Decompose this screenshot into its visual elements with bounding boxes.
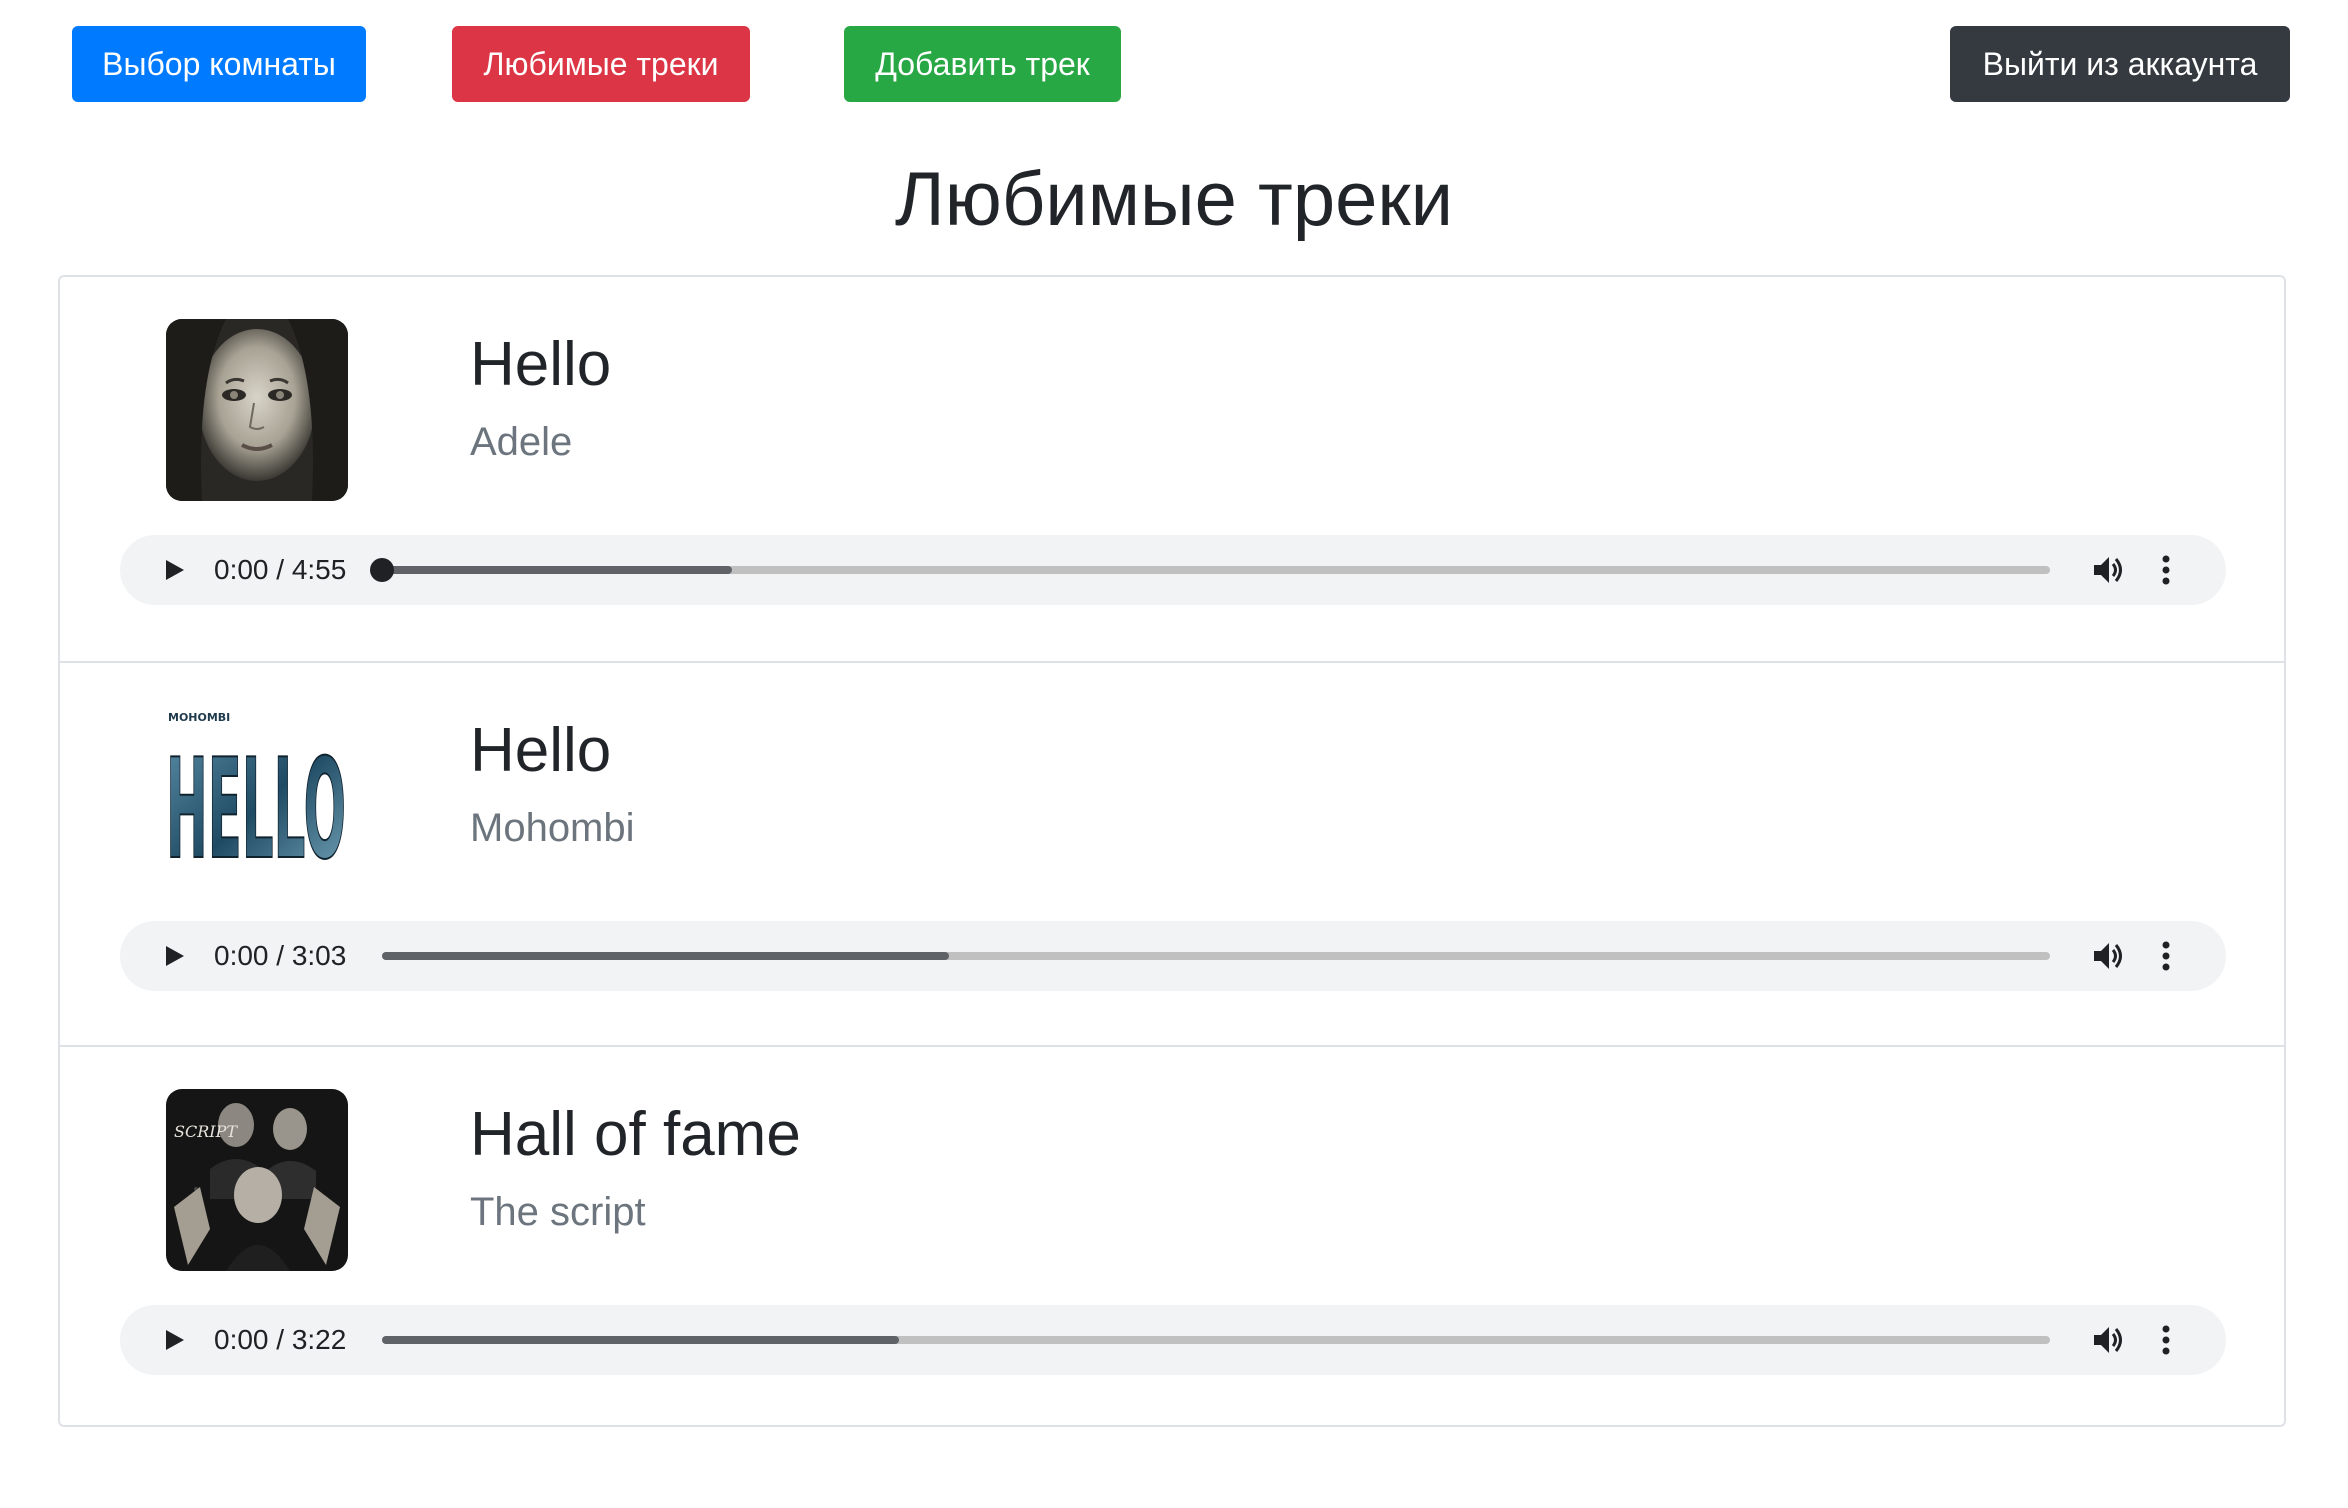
cover-subtext: MOHOMBI	[168, 711, 230, 724]
play-icon[interactable]	[162, 558, 186, 582]
track-artist: The script	[470, 1190, 646, 1234]
play-icon[interactable]	[162, 1328, 186, 1352]
favorite-tracks-list: Hello Adele 0:00 / 4:55 MOHOMBI HELLO He…	[58, 275, 2286, 1427]
cover-lettering: HELLO	[166, 729, 346, 887]
volume-icon[interactable]	[2092, 940, 2126, 972]
track-item: SCRIPT Hall of fame The script 0:00 / 3:…	[60, 1045, 2284, 1431]
track-artist: Adele	[470, 420, 573, 464]
play-icon[interactable]	[162, 944, 186, 968]
playback-time: 0:00 / 3:22	[214, 1324, 347, 1355]
buffered-bar	[382, 1336, 900, 1344]
volume-icon[interactable]	[2092, 554, 2126, 586]
room-select-button[interactable]: Выбор комнаты	[72, 26, 366, 102]
logout-button[interactable]: Выйти из аккаунта	[1950, 26, 2290, 102]
volume-icon[interactable]	[2092, 1324, 2126, 1356]
audio-player: 0:00 / 4:55	[120, 535, 2226, 605]
progress-slider[interactable]	[382, 952, 2050, 960]
album-cover	[166, 319, 348, 501]
cover-band-name: SCRIPT	[174, 1122, 238, 1141]
progress-slider[interactable]	[382, 1336, 2050, 1344]
audio-player: 0:00 / 3:03	[120, 921, 2226, 991]
page-title: Любимые треки	[894, 157, 1454, 242]
playback-time: 0:00 / 3:03	[214, 940, 347, 971]
progress-slider[interactable]	[370, 558, 2050, 582]
playback-time: 0:00 / 4:55	[214, 554, 347, 585]
track-artist: Mohombi	[470, 806, 635, 850]
progress-thumb[interactable]	[370, 558, 394, 582]
adele-portrait-cover-icon	[166, 319, 348, 501]
the-script-band-cover-icon: SCRIPT	[166, 1089, 348, 1271]
album-cover: MOHOMBI HELLO	[166, 705, 348, 887]
hello-lettering-cover-icon: MOHOMBI HELLO	[166, 705, 348, 887]
top-navigation: Выбор комнаты Любимые треки Добавить тре…	[0, 0, 2348, 110]
album-cover: SCRIPT	[166, 1089, 348, 1271]
track-title: Hello	[470, 330, 612, 399]
add-track-button[interactable]: Добавить трек	[844, 26, 1121, 102]
more-options-icon[interactable]	[2160, 940, 2172, 972]
more-options-icon[interactable]	[2160, 554, 2172, 586]
track-item: MOHOMBI HELLO Hello Mohombi 0:00 / 3:03	[60, 661, 2284, 1047]
track-item: Hello Adele 0:00 / 4:55	[60, 277, 2284, 661]
audio-player: 0:00 / 3:22	[120, 1305, 2226, 1375]
favorites-button[interactable]: Любимые треки	[452, 26, 750, 102]
more-options-icon[interactable]	[2160, 1324, 2172, 1356]
track-title: Hello	[470, 716, 612, 785]
buffered-bar	[382, 566, 733, 574]
buffered-bar	[382, 952, 950, 960]
track-title: Hall of fame	[470, 1100, 801, 1169]
